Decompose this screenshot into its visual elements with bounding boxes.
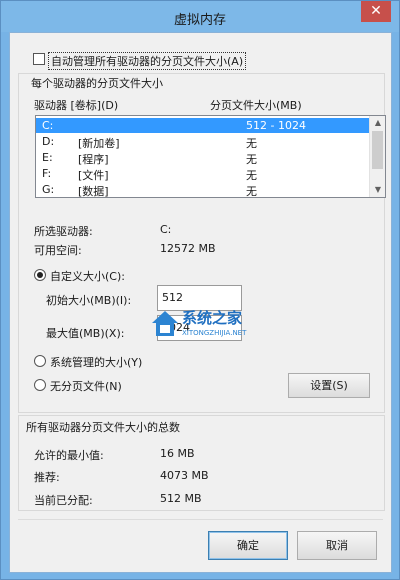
title-bar: 虚拟内存 ✕ <box>1 1 399 32</box>
watermark-subtext: XITONGZHIJIA.NET <box>182 329 247 337</box>
auto-manage-checkbox[interactable] <box>33 53 45 65</box>
drive-list-item[interactable]: F: [文件] 无 <box>36 166 370 182</box>
system-managed-radio[interactable] <box>34 355 46 367</box>
auto-manage-label[interactable]: 自动管理所有驱动器的分页文件大小(A) <box>48 52 247 70</box>
custom-size-radio[interactable] <box>34 269 46 281</box>
drive-letter: G: <box>42 183 55 196</box>
minimum-allowed-label: 允许的最小值: <box>34 449 104 462</box>
dialog-title: 虚拟内存 <box>173 13 226 28</box>
drive-paging-size: 无 <box>246 169 257 182</box>
drive-list-item[interactable]: D: [新加卷] 无 <box>36 134 370 150</box>
per-drive-group-label: 每个驱动器的分页文件大小 <box>31 77 163 90</box>
cancel-button[interactable]: 取消 <box>297 531 377 560</box>
recommended-value: 4073 MB <box>160 469 209 482</box>
watermark-house-icon <box>152 311 178 336</box>
drive-list[interactable]: C: 512 - 1024 D: [新加卷] 无 E: [程序] 无 F: [文件] 无 G: [数据]… <box>35 115 386 198</box>
watermark-text: 系统之家 <box>182 309 243 327</box>
drive-letter: D: <box>42 135 55 148</box>
selected-drive-value: C: <box>160 223 172 236</box>
free-space-label: 可用空间: <box>34 244 82 257</box>
drive-letter: E: <box>42 151 53 164</box>
drive-list-item[interactable]: C: 512 - 1024 <box>36 118 370 133</box>
initial-size-label: 初始大小(MB)(I): <box>46 294 132 307</box>
scroll-down-icon[interactable]: ▼ <box>370 183 386 197</box>
drive-paging-size: 512 - 1024 <box>246 119 306 132</box>
scroll-thumb[interactable] <box>372 131 383 169</box>
recommended-label: 推荐: <box>34 471 60 484</box>
drive-paging-size: 无 <box>246 137 257 150</box>
drive-list-item[interactable]: G: [数据] 无 <box>36 182 370 198</box>
watermark-logo: 系统之家 XITONGZHIJIA.NET <box>150 305 290 345</box>
drive-paging-size: 无 <box>246 185 257 198</box>
drive-column-header: 驱动器 [卷标](D) <box>34 99 119 112</box>
ok-button[interactable]: 确定 <box>208 531 288 560</box>
drive-volume-label: [文件] <box>78 169 109 182</box>
set-button[interactable]: 设置(S) <box>288 373 370 398</box>
drive-list-item[interactable]: E: [程序] 无 <box>36 150 370 166</box>
drive-volume-label: [程序] <box>78 153 109 166</box>
minimum-allowed-value: 16 MB <box>160 447 195 460</box>
no-paging-label[interactable]: 无分页文件(N) <box>50 378 122 394</box>
drive-volume-label: [数据] <box>78 185 109 198</box>
drive-paging-size: 无 <box>246 153 257 166</box>
max-size-label: 最大值(MB)(X): <box>46 327 125 340</box>
currently-allocated-value: 512 MB <box>160 492 202 505</box>
scroll-up-icon[interactable]: ▲ <box>370 116 386 130</box>
drive-letter: F: <box>42 167 52 180</box>
system-managed-label[interactable]: 系统管理的大小(Y) <box>50 354 142 370</box>
drive-volume-label: [新加卷] <box>78 137 120 150</box>
no-paging-radio[interactable] <box>34 379 46 391</box>
drive-list-scrollbar[interactable]: ▲ ▼ <box>369 116 385 197</box>
close-button[interactable]: ✕ <box>361 1 391 22</box>
size-column-header: 分页文件大小(MB) <box>210 99 302 112</box>
currently-allocated-label: 当前已分配: <box>34 494 93 507</box>
virtual-memory-dialog: 虚拟内存 ✕ 自动管理所有驱动器的分页文件大小(A) 每个驱动器的分页文件大小 … <box>0 0 400 580</box>
custom-size-label[interactable]: 自定义大小(C): <box>50 268 125 284</box>
dialog-body: 自动管理所有驱动器的分页文件大小(A) 每个驱动器的分页文件大小 驱动器 [卷标… <box>9 32 392 573</box>
drive-letter: C: <box>42 119 54 132</box>
footer-divider <box>18 519 383 520</box>
selected-drive-label: 所选驱动器: <box>34 225 93 238</box>
free-space-value: 12572 MB <box>160 242 216 255</box>
totals-group-label: 所有驱动器分页文件大小的总数 <box>26 421 180 434</box>
